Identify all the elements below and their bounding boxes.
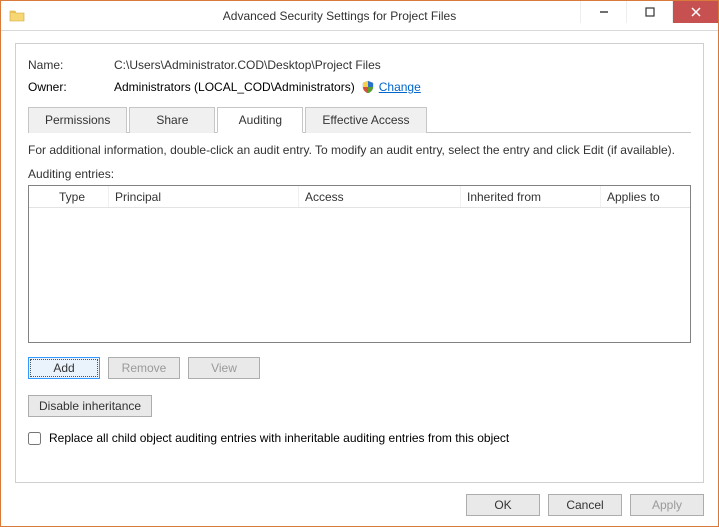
table-header: Type Principal Access Inherited from App… [29, 186, 690, 208]
col-principal[interactable]: Principal [109, 186, 299, 207]
col-icon[interactable] [29, 186, 53, 207]
entry-buttons: Add Remove View [28, 357, 691, 379]
main-panel: Name: C:\Users\Administrator.COD\Desktop… [15, 43, 704, 483]
cancel-button[interactable]: Cancel [548, 494, 622, 516]
remove-button[interactable]: Remove [108, 357, 180, 379]
col-access[interactable]: Access [299, 186, 461, 207]
apply-button[interactable]: Apply [630, 494, 704, 516]
owner-value: Administrators (LOCAL_COD\Administrators… [114, 80, 355, 94]
owner-label: Owner: [28, 80, 114, 94]
shield-icon [361, 80, 375, 94]
name-row: Name: C:\Users\Administrator.COD\Desktop… [28, 58, 691, 72]
minimize-button[interactable] [580, 1, 626, 23]
tab-share[interactable]: Share [129, 107, 215, 133]
tab-auditing[interactable]: Auditing [217, 107, 303, 133]
view-button[interactable]: View [188, 357, 260, 379]
replace-checkbox[interactable] [28, 432, 41, 445]
col-type[interactable]: Type [53, 186, 109, 207]
replace-checkbox-row: Replace all child object auditing entrie… [28, 431, 691, 445]
close-button[interactable] [672, 1, 718, 23]
maximize-button[interactable] [626, 1, 672, 23]
col-applies[interactable]: Applies to [601, 186, 690, 207]
titlebar: Advanced Security Settings for Project F… [1, 1, 718, 31]
name-value: C:\Users\Administrator.COD\Desktop\Proje… [114, 58, 381, 72]
change-owner-link[interactable]: Change [379, 80, 421, 94]
info-text: For additional information, double-click… [28, 143, 691, 157]
tab-strip: Permissions Share Auditing Effective Acc… [28, 106, 691, 133]
tab-permissions[interactable]: Permissions [28, 107, 127, 133]
add-button[interactable]: Add [28, 357, 100, 379]
owner-row: Owner: Administrators (LOCAL_COD\Adminis… [28, 80, 691, 94]
entries-label: Auditing entries: [28, 167, 691, 181]
ok-button[interactable]: OK [466, 494, 540, 516]
dialog-footer: OK Cancel Apply [466, 494, 704, 516]
disable-inheritance-button[interactable]: Disable inheritance [28, 395, 152, 417]
window-buttons [580, 1, 718, 23]
tab-effective-access[interactable]: Effective Access [305, 107, 426, 133]
replace-checkbox-label: Replace all child object auditing entrie… [49, 431, 509, 445]
col-inherited[interactable]: Inherited from [461, 186, 601, 207]
name-label: Name: [28, 58, 114, 72]
auditing-table[interactable]: Type Principal Access Inherited from App… [28, 185, 691, 343]
